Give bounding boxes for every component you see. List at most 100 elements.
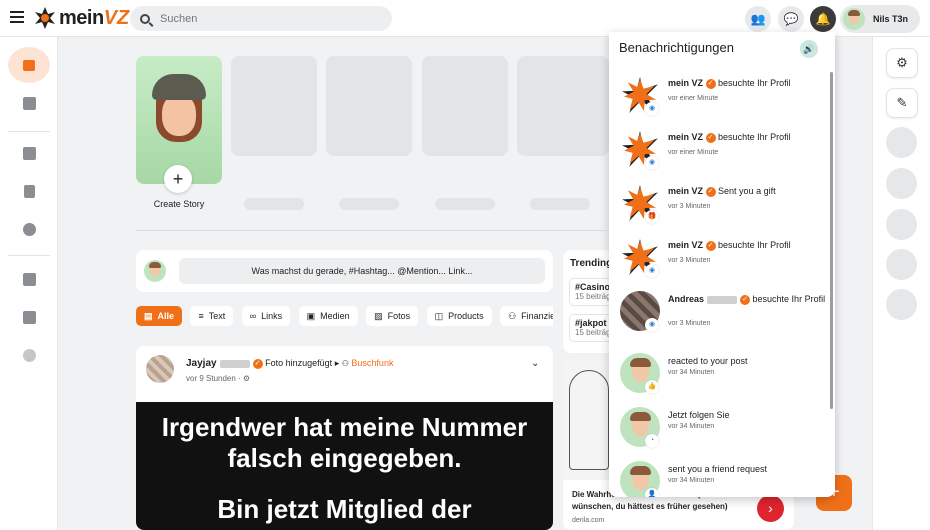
contact-placeholder[interactable]	[886, 127, 917, 158]
filter-text[interactable]: ≡ Text	[190, 306, 234, 326]
groups-icon	[22, 146, 36, 160]
composer-input[interactable]: Was machst du gerade, #Hashtag... @Menti…	[179, 258, 545, 284]
messages-button[interactable]: 💬	[778, 6, 804, 32]
nav-jobs[interactable]	[8, 299, 50, 335]
nav-groups[interactable]	[8, 135, 50, 171]
edit-icon: ✎	[896, 95, 908, 110]
menu-icon[interactable]	[10, 11, 24, 23]
filter-financing[interactable]: ⚇Finanzierung	[500, 306, 553, 326]
filter-media[interactable]: ▣ Medien	[298, 306, 358, 326]
friends-icon: 👥	[750, 12, 766, 26]
settings-button[interactable]: ⚙	[886, 48, 918, 78]
bag-icon: ◫	[434, 310, 444, 321]
nav-pages[interactable]	[8, 173, 50, 209]
contact-placeholder[interactable]	[886, 289, 917, 320]
chevron-down-icon[interactable]: ⌄	[531, 358, 539, 369]
notification-item[interactable]: 👤 sent you a friend request vor 34 Minut…	[609, 456, 829, 497]
notification-time: vor einer Minute	[668, 149, 719, 156]
flag-icon	[23, 184, 35, 198]
story-placeholder	[244, 198, 304, 210]
group-icon: ⚇	[508, 310, 517, 321]
blurred-surname	[707, 295, 738, 304]
nav-more[interactable]	[8, 337, 50, 373]
list-icon: ▤	[144, 310, 153, 321]
post-time: vor 9 Stunden	[186, 374, 236, 383]
ad-open-button[interactable]: ›	[757, 495, 784, 522]
filter-products[interactable]: ◫ Products	[426, 306, 492, 326]
contact-placeholder[interactable]	[886, 249, 917, 280]
group-link[interactable]: Buschfunk	[351, 358, 393, 368]
contact-placeholder[interactable]	[886, 209, 917, 240]
nav-home[interactable]	[8, 47, 50, 83]
notification-item[interactable]: 👍 reacted to your post vor 34 Minuten	[609, 348, 829, 402]
notification-item[interactable]: ◉ Andreas ✓ besuchte Ihr Profil vor 3 Min…	[609, 286, 829, 348]
author-name[interactable]: Jayjay	[186, 358, 217, 369]
logo-brand: VZ	[103, 6, 130, 29]
notification-time: vor 3 Minuten	[668, 203, 711, 210]
notifications-button[interactable]: 🔔	[810, 6, 836, 32]
friends-button[interactable]: 👥	[745, 6, 771, 32]
trending-item[interactable]: #jakpot 15 beiträge	[569, 314, 613, 342]
contact-placeholder[interactable]	[886, 168, 917, 199]
notification-item[interactable]: ◉ mein VZ ✓ besuchte Ihr Profil vor 3 Mi…	[609, 232, 829, 286]
notification-item[interactable]: 🎁 mein VZ ✓ Sent you a gift vor 3 Minute…	[609, 178, 829, 232]
bell-icon: 🔔	[815, 12, 831, 26]
filter-all[interactable]: ▤ Alle	[136, 306, 183, 326]
speaker-icon[interactable]: 🔊	[800, 40, 818, 58]
scrollbar[interactable]	[830, 72, 833, 409]
logo-text: mein	[59, 6, 104, 29]
post-image[interactable]: Irgendwer hat meine Nummer falsch eingeg…	[136, 402, 553, 530]
gear-icon: ⚙	[896, 55, 908, 70]
eye-icon: ◉	[645, 264, 659, 278]
trending-item[interactable]: #Casino 15 beiträge	[569, 278, 613, 306]
compose-button[interactable]: ✎	[886, 88, 918, 118]
image-text-line: Irgendwer hat meine Nummer	[161, 412, 528, 442]
notification-time: vor 34 Minuten	[668, 423, 715, 430]
avatar	[843, 8, 865, 30]
rss-icon: ◔	[645, 434, 659, 448]
media-icon: ▣	[306, 310, 316, 321]
ad-domain: derila.com	[572, 517, 605, 524]
notification-time: vor 34 Minuten	[668, 369, 715, 376]
logo[interactable]: mein VZ	[34, 7, 129, 29]
notifications-panel: Benachrichtigungen 🔊 ◉ mein VZ ✓ besucht…	[609, 32, 835, 497]
filter-links[interactable]: ∞ Links	[241, 306, 291, 326]
image-text-line: Bin jetzt Mitglied der	[217, 494, 472, 524]
verified-icon: ✓	[705, 132, 716, 143]
notification-item[interactable]: ◉ mein VZ ✓ besuchte Ihr Profil vor eine…	[609, 70, 829, 124]
post-meta: vor 9 Stunden · ⚙	[186, 374, 251, 383]
arrow-icon: ▸	[334, 358, 340, 368]
chat-icon: 💬	[783, 12, 799, 26]
plus-icon: +	[172, 168, 184, 189]
post-action: Foto hinzugefügt	[265, 358, 333, 368]
verified-icon: ✓	[705, 78, 716, 89]
nav-friends[interactable]	[8, 211, 50, 247]
add-story-button[interactable]: +	[164, 165, 192, 193]
briefcase-icon	[22, 310, 36, 324]
link-icon: ∞	[249, 311, 257, 321]
divider	[136, 230, 606, 231]
search-bar[interactable]	[130, 6, 392, 31]
nav-saved[interactable]	[8, 85, 50, 121]
search-input[interactable]	[160, 12, 380, 25]
logo-star-icon	[35, 7, 55, 29]
author-avatar[interactable]	[146, 355, 174, 383]
notification-time: vor einer Minute	[668, 95, 719, 102]
story-placeholder	[326, 56, 412, 156]
story-placeholder	[530, 198, 590, 210]
notification-time: vor 34 Minuten	[668, 477, 715, 484]
notification-item[interactable]: ◉ mein VZ ✓ besuchte Ihr Profil vor eine…	[609, 124, 829, 178]
user-menu[interactable]: Nils T3n	[840, 5, 920, 33]
nav-events[interactable]	[8, 261, 50, 297]
gear-icon[interactable]: ⚙	[243, 374, 250, 383]
text-icon: ≡	[198, 311, 204, 321]
left-sidebar	[0, 37, 58, 530]
user-name: Nils T3n	[873, 14, 909, 24]
filter-photos[interactable]: ▨ Fotos	[366, 306, 419, 326]
notification-time: vor 3 Minuten	[668, 257, 711, 264]
right-sidebar: ⚙ ✎	[872, 37, 930, 530]
divider	[8, 255, 50, 256]
notification-item[interactable]: ◔ Jetzt folgen Sie vor 34 Minuten	[609, 402, 829, 456]
add-user-icon: 👤	[645, 488, 659, 497]
gift-icon: 🎁	[645, 210, 659, 224]
